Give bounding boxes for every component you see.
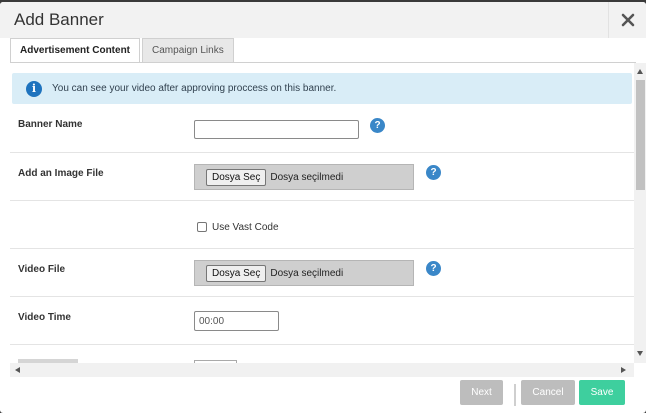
video-file-choose-button[interactable]: Dosya Seç: [206, 264, 267, 282]
scroll-up-icon[interactable]: [637, 69, 643, 74]
vertical-scroll-thumb[interactable]: [636, 80, 645, 190]
banner-name-row: Banner Name ?: [10, 105, 634, 153]
video-file-row: Video File Dosya Seç Dosya seçilmedi ?: [10, 249, 634, 297]
video-file-label: Video File: [18, 264, 66, 275]
use-vast-code-label: Use Vast Code: [212, 222, 279, 233]
footer-divider: [514, 384, 516, 406]
horizontal-scrollbar[interactable]: [10, 363, 634, 377]
tab-bar: Advertisement Content Campaign Links: [10, 38, 236, 63]
close-icon: [621, 13, 634, 27]
info-alert: i You can see your video after approving…: [12, 73, 632, 104]
help-icon[interactable]: ?: [426, 165, 441, 180]
modal-header: Add Banner: [0, 2, 646, 38]
info-icon: i: [26, 80, 42, 97]
use-vast-code-checkbox[interactable]: [197, 222, 207, 232]
tab-campaign-links[interactable]: Campaign Links: [142, 38, 234, 63]
close-button[interactable]: [608, 2, 646, 38]
scroll-left-icon[interactable]: [15, 367, 20, 373]
video-time-label: Video Time: [18, 312, 71, 323]
banner-name-input[interactable]: [194, 120, 359, 139]
partial-row: [10, 345, 634, 363]
image-file-status: Dosya seçilmedi: [270, 171, 344, 183]
tab-advertisement-content[interactable]: Advertisement Content: [10, 38, 141, 63]
tab-content: i You can see your video after approving…: [10, 63, 634, 363]
video-file-status: Dosya seçilmedi: [270, 267, 344, 279]
video-time-input[interactable]: 00:00: [194, 311, 279, 331]
image-file-choose-button[interactable]: Dosya Seç: [206, 168, 267, 186]
video-file-picker: Dosya Seç Dosya seçilmedi: [194, 260, 414, 286]
cancel-button[interactable]: Cancel: [521, 380, 575, 405]
banner-name-label: Banner Name: [18, 119, 83, 130]
scroll-down-icon[interactable]: [637, 351, 643, 356]
vast-code-row: Use Vast Code: [10, 201, 634, 249]
save-button[interactable]: Save: [579, 380, 625, 405]
image-file-picker: Dosya Seç Dosya seçilmedi: [194, 164, 414, 190]
video-time-row: Video Time 00:00: [10, 297, 634, 345]
help-icon[interactable]: ?: [426, 261, 441, 276]
scroll-right-icon[interactable]: [621, 367, 626, 373]
help-icon[interactable]: ?: [370, 118, 385, 133]
image-file-label: Add an Image File: [18, 168, 104, 179]
next-button[interactable]: Next: [460, 380, 503, 405]
image-file-row: Add an Image File Dosya Seç Dosya seçilm…: [10, 153, 634, 201]
modal-title: Add Banner: [14, 10, 104, 29]
alert-text: You can see your video after approving p…: [52, 83, 337, 94]
